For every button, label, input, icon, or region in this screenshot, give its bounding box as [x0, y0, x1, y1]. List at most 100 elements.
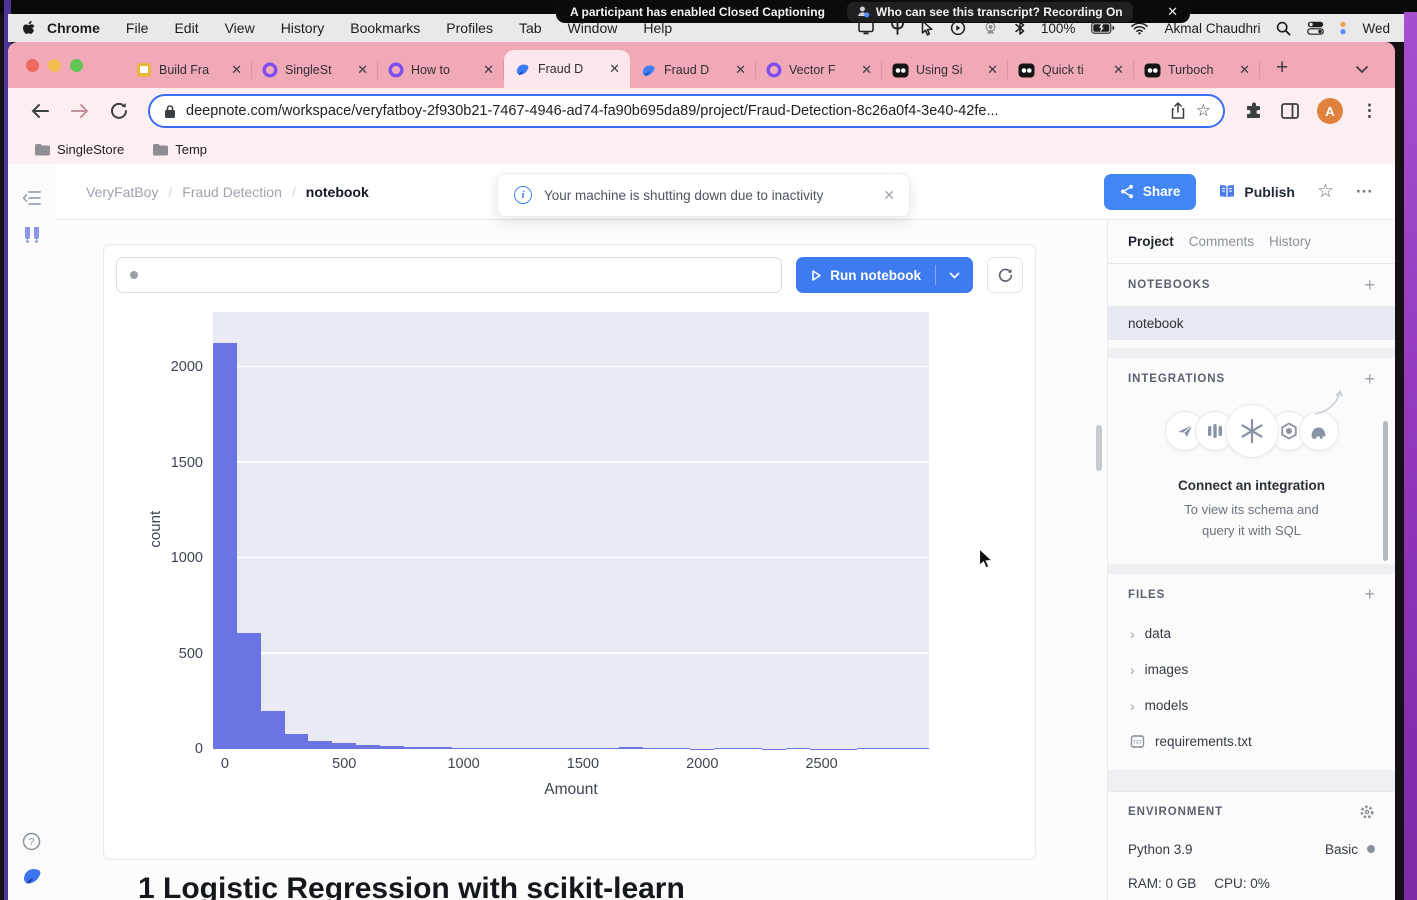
bookmark-star-icon[interactable]: ☆ [1196, 101, 1211, 121]
breadcrumb-notebook[interactable]: notebook [306, 184, 369, 200]
menu-file[interactable]: File [126, 20, 149, 36]
breadcrumb-project[interactable]: Fraud Detection [182, 184, 282, 200]
browser-tab-fraud-d[interactable]: Fraud D✕ [504, 50, 630, 88]
browser-tab-turboch[interactable]: Turboch ✕ [1134, 52, 1260, 88]
reload-button[interactable] [110, 102, 128, 120]
menu-tab[interactable]: Tab [519, 20, 542, 36]
minimize-window-button[interactable] [48, 59, 61, 72]
browser-tab-how-to[interactable]: How to✕ [378, 52, 504, 88]
outline-toc-icon[interactable] [22, 190, 42, 206]
deepnote-logo-icon[interactable] [20, 864, 44, 888]
url-text[interactable]: deepnote.com/workspace/veryfatboy-2f930b… [186, 103, 1160, 119]
gridline [213, 652, 929, 654]
browser-tab-vector-f[interactable]: Vector F✕ [756, 52, 882, 88]
cell-source-input[interactable] [116, 257, 782, 293]
screen-mirroring-icon[interactable] [982, 21, 999, 35]
tab-close-icon[interactable]: ✕ [1239, 62, 1250, 78]
tab-close-icon[interactable]: ✕ [231, 62, 242, 78]
share-page-icon[interactable] [1170, 102, 1186, 120]
publish-label: Publish [1244, 184, 1295, 200]
profiles-dots-icon[interactable] [1340, 21, 1346, 35]
environment-header: ENVIRONMENT [1128, 806, 1223, 818]
browser-scrollbar-thumb[interactable] [1383, 421, 1388, 561]
new-tab-button[interactable]: + [1276, 56, 1288, 80]
snowflake-icon[interactable] [1225, 404, 1279, 458]
url-bar[interactable]: deepnote.com/workspace/veryfatboy-2f930b… [148, 94, 1225, 128]
sidebar-tab-history[interactable]: History [1269, 234, 1311, 249]
bookmark-temp[interactable]: Temp [152, 142, 207, 157]
run-notebook-button[interactable]: Run notebook [796, 257, 973, 293]
browser-tab-using-si[interactable]: Using Si✕ [882, 52, 1008, 88]
back-button[interactable] [30, 103, 50, 119]
menu-bookmarks[interactable]: Bookmarks [350, 20, 420, 36]
window-controls[interactable] [26, 59, 83, 72]
y-tick-label: 1500 [171, 455, 203, 471]
control-center-icon[interactable] [1307, 21, 1324, 35]
transcript-question-text[interactable]: Who can see this transcript? Recording O… [876, 5, 1123, 19]
file-item-data[interactable]: ›data [1108, 616, 1395, 652]
browser-tab-build-fra[interactable]: Build Fra✕ [126, 52, 252, 88]
browser-tab-quick-ti[interactable]: Quick ti✕ [1008, 52, 1134, 88]
zoom-window-button[interactable] [70, 59, 83, 72]
menubar-clock[interactable]: Wed [1362, 21, 1390, 36]
add-file-button[interactable]: + [1364, 584, 1375, 605]
apple-menu-icon[interactable] [22, 20, 37, 37]
python-version[interactable]: Python 3.9 [1128, 842, 1193, 857]
add-integration-button[interactable]: + [1364, 369, 1375, 390]
toast-message: Your machine is shutting down due to ina… [544, 188, 823, 203]
favorite-star-icon[interactable]: ☆ [1317, 180, 1334, 203]
browser-tab-singlest[interactable]: SingleSt✕ [252, 52, 378, 88]
menu-view[interactable]: View [225, 20, 255, 36]
tab-close-icon[interactable]: ✕ [609, 61, 620, 77]
file-item-models[interactable]: ›models [1108, 688, 1395, 724]
tab-close-icon[interactable]: ✕ [483, 62, 494, 78]
histogram-plot[interactable]: count Amount 050010001500200005001000150… [213, 312, 929, 749]
menu-edit[interactable]: Edit [174, 20, 198, 36]
extensions-icon[interactable] [1245, 102, 1263, 120]
refresh-button[interactable] [987, 257, 1023, 293]
tab-search-chevron-icon[interactable] [1355, 65, 1369, 74]
wifi-icon[interactable] [1131, 22, 1148, 35]
caption-close-icon[interactable]: ✕ [1167, 4, 1178, 20]
side-panel-icon[interactable] [1281, 103, 1299, 119]
deepnote-left-rail: ? [8, 164, 56, 900]
breadcrumb-workspace[interactable]: VeryFatBoy [86, 184, 158, 200]
toast-close-icon[interactable]: ✕ [883, 187, 895, 204]
machine-tier[interactable]: Basic [1325, 842, 1358, 857]
files-section: FILES + ›data›images›modelsTXTrequiremen… [1108, 574, 1395, 770]
transcript-pill[interactable]: Who can see this transcript? Recording O… [847, 2, 1133, 22]
menu-history[interactable]: History [281, 20, 325, 36]
environment-settings-gear-icon[interactable] [1359, 804, 1375, 820]
menu-profiles[interactable]: Profiles [446, 20, 493, 36]
y-tick-label: 1000 [171, 550, 203, 566]
publish-button[interactable]: Publish [1218, 184, 1295, 200]
more-options-icon[interactable]: ··· [1356, 182, 1373, 202]
chrome-menu-icon[interactable]: ⋮ [1361, 101, 1379, 121]
menu-chrome[interactable]: Chrome [47, 20, 100, 36]
tab-close-icon[interactable]: ✕ [1113, 62, 1124, 78]
close-window-button[interactable] [26, 59, 39, 72]
sidebar-tab-comments[interactable]: Comments [1189, 234, 1254, 249]
display-icon[interactable] [858, 21, 874, 35]
spotlight-search-icon[interactable] [1276, 21, 1291, 36]
file-item-requirements-txt[interactable]: TXTrequirements.txt [1108, 724, 1395, 760]
notebook-scrollbar-thumb[interactable] [1096, 425, 1102, 471]
tab-close-icon[interactable]: ✕ [987, 62, 998, 78]
sidebar-tab-project[interactable]: Project [1128, 234, 1174, 249]
tab-close-icon[interactable]: ✕ [357, 62, 368, 78]
bookmark-singlestore[interactable]: SingleStore [34, 142, 124, 157]
integrations-rail-icon[interactable] [21, 224, 43, 246]
run-options-chevron-icon[interactable] [936, 272, 973, 279]
profile-avatar[interactable]: A [1317, 98, 1343, 124]
help-icon[interactable]: ? [22, 832, 41, 851]
screen: Chrome File Edit View History Bookmarks Profil… [0, 0, 1417, 900]
forward-button[interactable] [70, 103, 90, 119]
tab-close-icon[interactable]: ✕ [861, 62, 872, 78]
share-button[interactable]: Share [1104, 174, 1197, 210]
file-item-images[interactable]: ›images [1108, 652, 1395, 688]
sidebar-item-notebook[interactable]: notebook [1108, 306, 1395, 340]
tab-label: Turboch [1168, 63, 1232, 77]
add-notebook-button[interactable]: + [1364, 275, 1375, 296]
browser-tab-fraud-d[interactable]: Fraud D✕ [630, 52, 756, 88]
tab-close-icon[interactable]: ✕ [735, 62, 746, 78]
